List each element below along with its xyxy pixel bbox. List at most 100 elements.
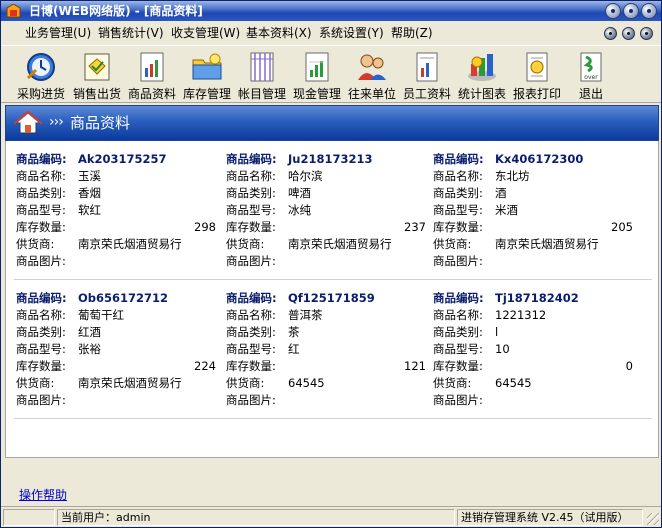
product-card[interactable]: 商品编码: Qf125171859 商品名称: 普洱茶 商品类别: 茶 商品型号: 红 …	[226, 290, 426, 409]
field-label: 商品图片:	[226, 393, 276, 407]
cash-chart-icon	[305, 52, 329, 82]
mdi-minimize-button[interactable]	[604, 27, 617, 40]
product-name-row: 商品名称: 哈尔滨	[226, 168, 426, 185]
toolbar-purchase-button[interactable]: 采购进货	[15, 48, 67, 102]
product-supplier-row: 供货商: 南京荣氏烟酒贸易行	[226, 236, 426, 253]
field-label: 商品图片:	[433, 393, 483, 407]
field-label: 商品型号:	[433, 203, 483, 217]
product-card[interactable]: 商品编码: Tj187182402 商品名称: 1221312 商品类别: l 商品型…	[433, 290, 633, 409]
toolbar: 采购进货 销售出货 商品资料 库存管理 帐目管理 现金管理 往来单位 员工资料 …	[1, 45, 661, 103]
product-code: Ob656172712	[78, 291, 169, 305]
toolbar-goods-button[interactable]: 商品资料	[126, 48, 178, 102]
product-category-row: 商品类别: 红酒	[16, 324, 216, 341]
report-print-icon	[526, 52, 548, 82]
product-image-row: 商品图片:	[433, 392, 633, 409]
product-category-row: 商品类别: 香烟	[16, 185, 216, 202]
product-category: 茶	[288, 325, 300, 339]
statistics-chart-icon	[468, 54, 496, 81]
product-stock: 205	[611, 220, 633, 234]
product-model-row: 商品型号: 红	[226, 341, 426, 358]
toolbar-label: 采购进货	[16, 87, 65, 101]
toolbar-inventory-button[interactable]: 库存管理	[181, 48, 233, 102]
product-category-row: 商品类别: 酒	[433, 185, 633, 202]
product-supplier-row: 供货商: 南京荣氏烟酒贸易行	[433, 236, 633, 253]
window-title: 日博(WEB网络版) - [商品资料]	[29, 4, 203, 18]
product-name: 哈尔滨	[288, 169, 323, 183]
app-logo-icon	[6, 3, 21, 18]
toolbar-staff-button[interactable]: 员工资料	[401, 48, 453, 102]
mdi-close-button[interactable]	[640, 27, 653, 40]
field-label: 供货商:	[16, 376, 55, 390]
toolbar-ledger-button[interactable]: 帐目管理	[236, 48, 288, 102]
field-label: 供货商:	[433, 376, 472, 390]
toolbar-statistics-button[interactable]: 统计图表	[456, 48, 508, 102]
field-label: 商品名称:	[16, 169, 66, 183]
product-category-row: 商品类别: 茶	[226, 324, 426, 341]
product-supplier-row: 供货商: 64545	[226, 375, 426, 392]
product-code: Qf125171859	[288, 291, 375, 305]
minimize-button[interactable]	[605, 3, 621, 19]
field-label: 商品名称:	[433, 169, 483, 183]
product-model: 红	[288, 342, 300, 356]
product-model: 冰纯	[288, 203, 311, 217]
mdi-restore-button[interactable]	[622, 27, 635, 40]
product-name: 1221312	[495, 308, 547, 322]
field-label: 库存数量:	[433, 359, 483, 373]
menu-sales-stats[interactable]: 销售统计(V)	[98, 26, 164, 40]
toolbar-label: 报表打印	[512, 87, 561, 101]
product-name-row: 商品名称: 东北坊	[433, 168, 633, 185]
operation-help-link[interactable]: 操作帮助	[19, 488, 67, 502]
field-label: 库存数量:	[226, 359, 276, 373]
toolbar-label: 库存管理	[182, 87, 231, 101]
product-name-row: 商品名称: 葡萄干红	[16, 307, 216, 324]
close-button[interactable]	[641, 3, 657, 19]
product-supplier: 南京荣氏烟酒贸易行	[78, 237, 182, 251]
field-label: 供货商:	[226, 237, 265, 251]
toolbar-label: 现金管理	[292, 87, 341, 101]
product-stock: 237	[404, 220, 426, 234]
menu-help[interactable]: 帮助(Z)	[391, 26, 433, 40]
product-card[interactable]: 商品编码: Ak203175257 商品名称: 玉溪 商品类别: 香烟 商品型号: 软红…	[16, 151, 216, 270]
product-card[interactable]: 商品编码: Ju218173213 商品名称: 哈尔滨 商品类别: 啤酒 商品型号: 冰…	[226, 151, 426, 270]
product-code: Kx406172300	[495, 152, 584, 166]
product-card[interactable]: 商品编码: Ob656172712 商品名称: 葡萄干红 商品类别: 红酒 商品型号:…	[16, 290, 216, 409]
menu-basic-data[interactable]: 基本资料(X)	[246, 26, 312, 40]
product-card[interactable]: 商品编码: Kx406172300 商品名称: 东北坊 商品类别: 酒 商品型号: 米酒…	[433, 151, 633, 270]
toolbar-label: 统计图表	[457, 87, 506, 101]
product-code-row: 商品编码: Tj187182402	[433, 290, 633, 307]
toolbar-report-button[interactable]: 报表打印	[511, 48, 563, 102]
title-bar[interactable]: 日博(WEB网络版) - [商品资料]	[1, 1, 661, 21]
toolbar-cash-button[interactable]: 现金管理	[291, 48, 343, 102]
field-label: 商品编码:	[16, 291, 67, 305]
maximize-button[interactable]	[623, 3, 639, 19]
product-model: 软红	[78, 203, 101, 217]
toolbar-exit-button[interactable]: over 退出	[565, 48, 617, 102]
status-cell-empty	[3, 509, 55, 526]
field-label: 库存数量:	[16, 359, 66, 373]
field-label: 供货商:	[16, 237, 55, 251]
product-image-row: 商品图片:	[433, 253, 633, 270]
menu-settings[interactable]: 系统设置(Y)	[319, 26, 384, 40]
menu-finance[interactable]: 收支管理(W)	[171, 26, 240, 40]
toolbar-contacts-button[interactable]: 往来单位	[346, 48, 398, 102]
menu-business[interactable]: 业务管理(U)	[25, 26, 91, 40]
field-label: 供货商:	[433, 237, 472, 251]
product-category: l	[495, 325, 499, 339]
status-current-user: 当前用户：admin	[57, 509, 455, 526]
product-model-row: 商品型号: 张裕	[16, 341, 216, 358]
toolbar-label: 销售出货	[72, 87, 121, 101]
product-supplier: 64545	[495, 376, 532, 390]
product-code-row: 商品编码: Ju218173213	[226, 151, 426, 168]
product-supplier: 南京荣氏烟酒贸易行	[78, 376, 182, 390]
product-code-row: 商品编码: Kx406172300	[433, 151, 633, 168]
resize-grip[interactable]	[647, 513, 659, 525]
row-divider	[14, 418, 652, 420]
toolbar-sales-button[interactable]: 销售出货	[71, 48, 123, 102]
inventory-folder-icon	[192, 53, 222, 80]
product-stock-row: 库存数量: 237	[226, 219, 426, 236]
row-divider	[14, 279, 652, 281]
product-stock: 298	[194, 220, 216, 234]
field-label: 商品类别:	[16, 186, 66, 200]
product-image-row: 商品图片:	[16, 392, 216, 409]
product-name-row: 商品名称: 1221312	[433, 307, 633, 324]
